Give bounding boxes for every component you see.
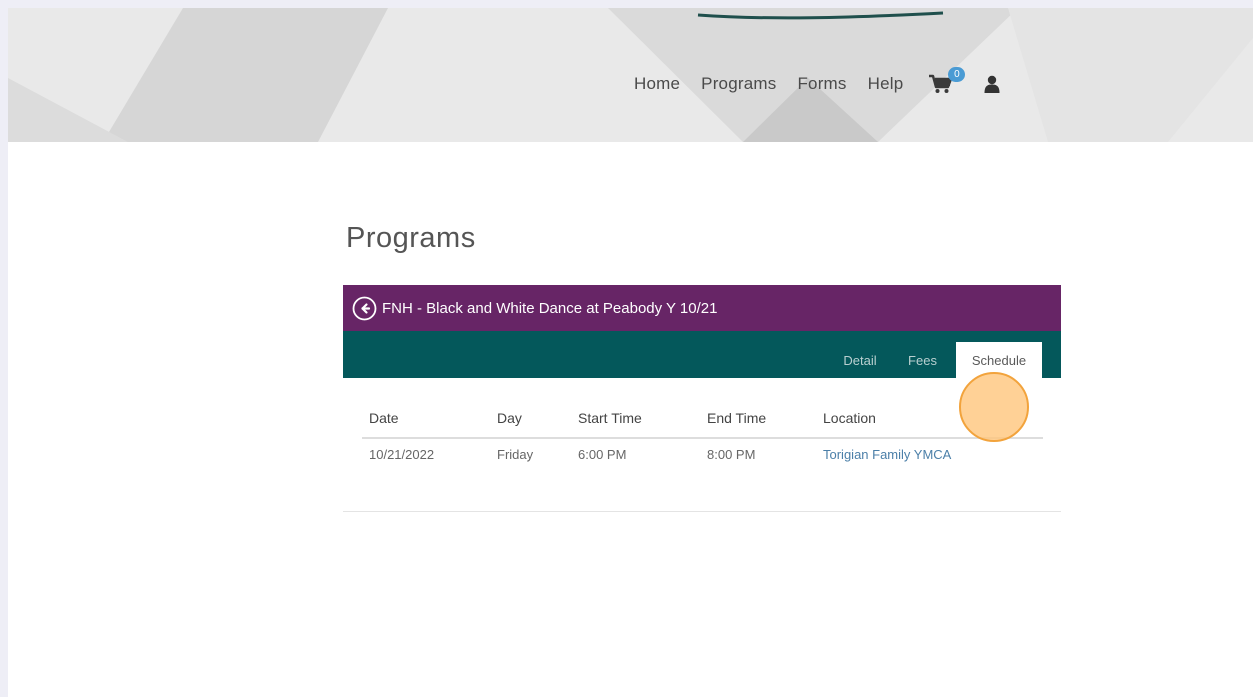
tab-detail[interactable]: Detail [825,342,895,378]
program-panel: FNH - Black and White Dance at Peabody Y… [343,285,1061,462]
cart-count-badge: 0 [948,67,966,82]
table-row: 10/21/2022 Friday 6:00 PM 8:00 PM Torigi… [362,438,1043,470]
divider [343,511,1061,512]
cell-end-time: 8:00 PM [707,447,756,462]
nav-programs[interactable]: Programs [701,74,776,94]
column-header-end-time: End Time [700,399,816,439]
program-title-bar: FNH - Black and White Dance at Peabody Y… [343,285,1061,331]
column-header-day: Day [490,399,571,439]
arrow-left-circle-icon[interactable] [352,296,377,321]
cart-button[interactable]: 0 [928,67,966,95]
site-header: Home Programs Forms Help 0 [8,8,1253,142]
page: Home Programs Forms Help 0 Programs FNH … [8,8,1253,697]
column-header-location: Location [816,399,1043,439]
table-header-row: Date Day Start Time End Time Location [362,399,1043,439]
user-icon[interactable] [984,75,1000,93]
cell-date: 10/21/2022 [369,447,435,462]
header-background [8,8,1253,142]
schedule-table: Date Day Start Time End Time Location 10… [362,399,1043,470]
column-header-date: Date [362,399,490,439]
page-title: Programs [346,222,476,254]
program-title: FNH - Black and White Dance at Peabody Y… [382,299,718,317]
nav-forms[interactable]: Forms [797,74,846,94]
cell-day: Friday [497,447,534,462]
main-nav: Home Programs Forms Help 0 [634,67,1000,96]
tab-fees[interactable]: Fees [899,342,946,378]
program-tabs: Detail Fees Schedule [343,331,1061,378]
nav-help[interactable]: Help [868,74,904,94]
cell-start-time: 6:00 PM [578,447,627,462]
nav-home[interactable]: Home [634,74,680,94]
location-link[interactable]: Torigian Family YMCA [816,438,1043,470]
tab-schedule[interactable]: Schedule [956,342,1042,378]
column-header-start-time: Start Time [571,399,700,439]
